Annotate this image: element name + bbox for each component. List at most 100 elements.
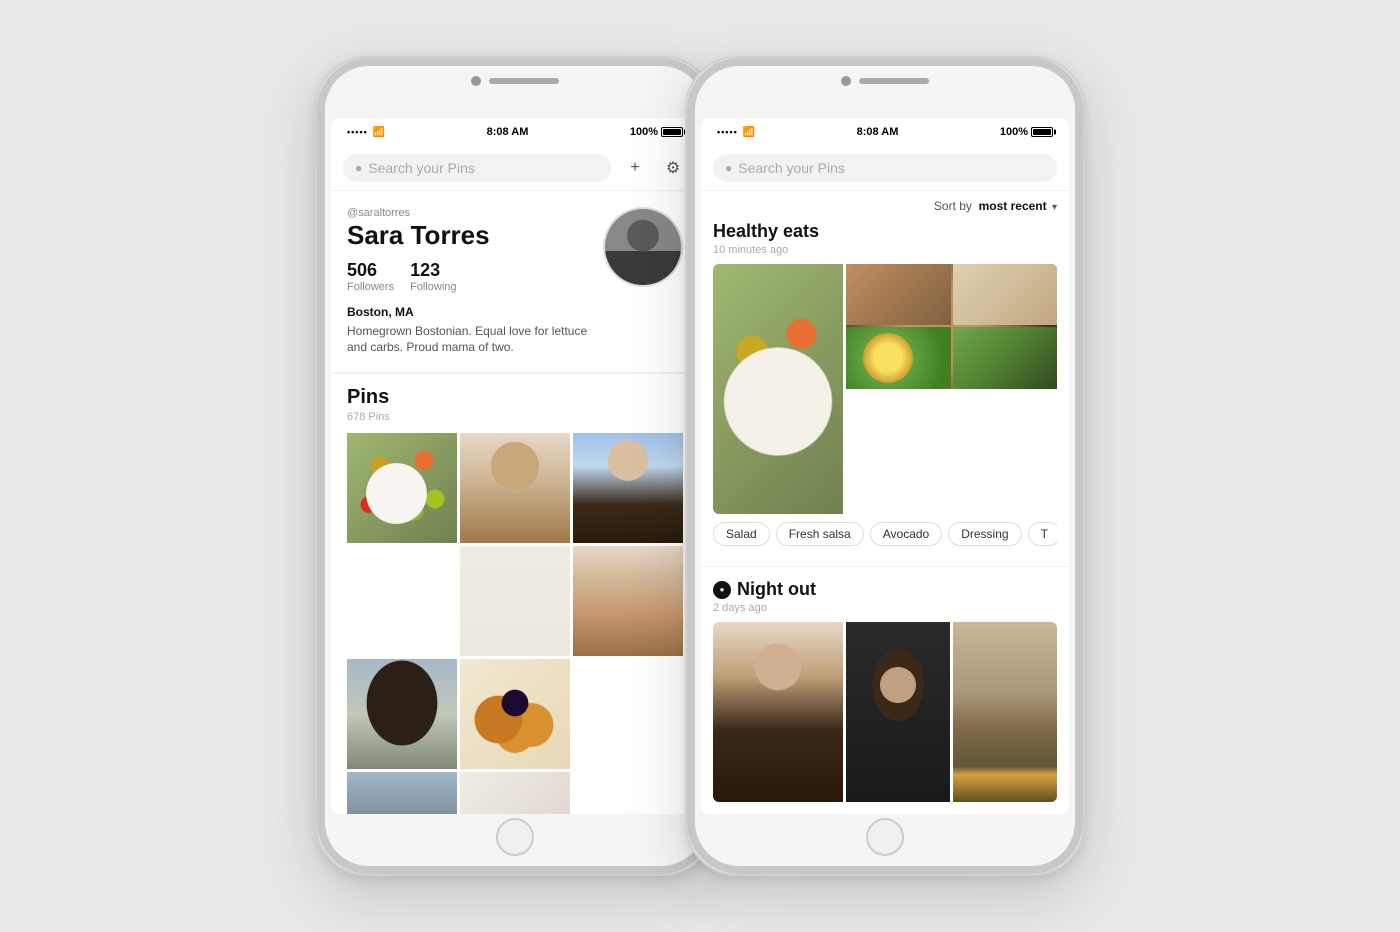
board-photos-right-1 [846, 264, 1057, 389]
pin-item-9[interactable] [460, 772, 570, 814]
signal-indicator: ••••• [347, 127, 368, 137]
status-right-phone1: 100% [630, 126, 683, 138]
pin-image-woman-hair [460, 433, 570, 543]
pin-item-2[interactable] [460, 433, 570, 543]
board-photo-veggies-1 [953, 327, 1058, 388]
home-button-2[interactable] [866, 818, 904, 856]
volume-down-button [315, 218, 317, 248]
screen-content-phone1: @saraltorres Sara Torres 506 Followers 1… [331, 191, 699, 814]
sort-value[interactable]: most recent [979, 199, 1047, 213]
board-grid-1 [713, 264, 1057, 514]
board-item-night-out: ● Night out 2 days ago [701, 567, 1069, 814]
pin-image-cutting-board [460, 772, 570, 814]
camera-dot-2 [841, 76, 851, 86]
battery-percentage-phone2: 100% [1000, 126, 1028, 138]
sort-header: Sort by most recent ▾ [701, 191, 1069, 221]
volume-up-button [315, 258, 317, 308]
profile-section: @saraltorres Sara Torres 506 Followers 1… [331, 191, 699, 372]
pin-item-8[interactable] [347, 772, 457, 814]
battery-fill-2 [1033, 129, 1051, 135]
board-photo-woman-back [713, 622, 843, 802]
search-actions-row: ● Search your Pins + ⚙ [343, 154, 687, 182]
board-title-row-1: Healthy eats [713, 221, 1057, 242]
tag-avocado[interactable]: Avocado [870, 522, 942, 546]
board-photo-leather [846, 622, 950, 802]
board-title-row-2: ● Night out [713, 579, 1057, 600]
pin-item-4[interactable] [460, 546, 570, 656]
battery-fill [663, 129, 681, 135]
profile-name: Sara Torres [347, 221, 603, 250]
phone-top-bar [471, 76, 559, 86]
board-item-healthy-eats: Healthy eats 10 minutes ago [701, 221, 1069, 566]
following-stat: 123 Following [410, 260, 456, 293]
pins-count: 678 Pins [347, 411, 683, 423]
pin-image-tree [347, 659, 457, 769]
pin-image-salad [347, 433, 457, 543]
pin-item-3[interactable] [573, 433, 683, 543]
pin-item-5[interactable] [573, 546, 683, 656]
profile-info: @saraltorres Sara Torres 506 Followers 1… [347, 207, 603, 356]
pin-item-7[interactable] [460, 659, 570, 769]
phone-2-screen: ••••• 📶 8:08 AM 100% ● Search your Pins [701, 118, 1069, 814]
followers-label: Followers [347, 281, 394, 293]
battery-icon-phone1 [661, 127, 683, 137]
board-photo-main-1 [713, 264, 843, 514]
profile-avatar [603, 207, 683, 287]
status-left: ••••• 📶 [347, 127, 385, 138]
board-time-2: 2 days ago [713, 602, 1057, 614]
board-name-2[interactable]: Night out [737, 579, 816, 600]
search-bar-section-phone1: ● Search your Pins + ⚙ [331, 146, 699, 191]
phone-1-screen: ••••• 📶 8:08 AM 100% ● Search your Pins [331, 118, 699, 814]
search-placeholder-phone2: Search your Pins [738, 160, 845, 176]
status-right-phone2: 100% [1000, 126, 1053, 138]
pins-title: Pins [347, 374, 683, 409]
speaker-bar-2 [859, 78, 929, 84]
board-photo-prep-1 [953, 264, 1058, 325]
pin-image-woman-dark [347, 772, 457, 814]
volume-up-button-2 [685, 258, 687, 308]
phones-container: ••••• 📶 8:08 AM 100% ● Search your Pins [315, 56, 1085, 876]
phone-1: ••••• 📶 8:08 AM 100% ● Search your Pins [315, 56, 715, 876]
status-time-phone1: 8:08 AM [487, 126, 529, 138]
sort-chevron-icon[interactable]: ▾ [1052, 202, 1057, 213]
pin-image-kid [573, 433, 683, 543]
board-photo-taco-1 [846, 264, 951, 325]
speaker-bar [489, 78, 559, 84]
search-icon-phone1: ● [355, 161, 362, 175]
tag-dressing[interactable]: Dressing [948, 522, 1021, 546]
pin-grid [347, 433, 683, 814]
board-photo-shoes [953, 622, 1057, 802]
search-bar-phone2[interactable]: ● Search your Pins [713, 154, 1057, 182]
sort-by-label: Sort by most recent ▾ [934, 199, 1057, 213]
search-bar-phone1[interactable]: ● Search your Pins [343, 154, 611, 182]
following-label: Following [410, 281, 456, 293]
volume-down-button-2 [685, 218, 687, 248]
board-icon-night-out: ● [713, 581, 731, 599]
pin-item-6[interactable] [347, 659, 457, 769]
battery-icon-phone2 [1031, 127, 1053, 137]
board-name-1[interactable]: Healthy eats [713, 221, 819, 242]
tag-fresh-salsa[interactable]: Fresh salsa [776, 522, 864, 546]
phone-top-bar-2 [841, 76, 929, 86]
search-icon-phone2: ● [725, 161, 732, 175]
tag-salad[interactable]: Salad [713, 522, 770, 546]
pin-image-woman-stripes [573, 546, 683, 656]
tag-t[interactable]: T [1028, 522, 1057, 546]
pins-section: Pins 678 Pins [331, 373, 699, 814]
search-bar-section-phone2: ● Search your Pins [701, 146, 1069, 191]
home-button[interactable] [496, 818, 534, 856]
status-bar-phone1: ••••• 📶 8:08 AM 100% [331, 118, 699, 146]
board-grid-2 [713, 622, 1057, 802]
pin-item-1[interactable] [347, 433, 457, 543]
power-button-2 [1083, 238, 1085, 308]
settings-button-phone1[interactable]: ⚙ [659, 154, 687, 182]
wifi-icon-2: 📶 [743, 127, 755, 138]
pin-image-shelf [460, 546, 570, 656]
following-count: 123 [410, 260, 456, 281]
followers-stat: 506 Followers [347, 260, 394, 293]
status-left-2: ••••• 📶 [717, 127, 755, 138]
phone-2: ••••• 📶 8:08 AM 100% ● Search your Pins [685, 56, 1085, 876]
pin-image-pancake [460, 659, 570, 769]
add-pin-button[interactable]: + [621, 154, 649, 182]
avatar-image [605, 209, 681, 285]
